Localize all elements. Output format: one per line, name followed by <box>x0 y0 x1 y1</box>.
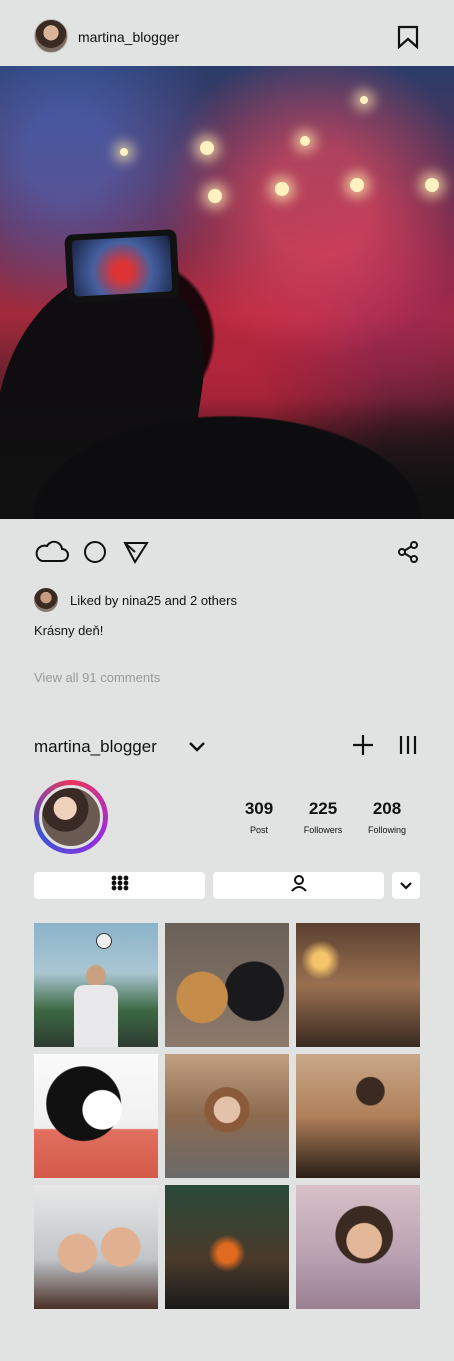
grid-photo-game-scene[interactable] <box>165 1185 289 1309</box>
header-username[interactable]: martina_blogger <box>78 29 179 45</box>
profile-avatar[interactable] <box>34 780 108 854</box>
comment-circle-icon[interactable] <box>83 540 107 564</box>
person-icon <box>290 874 308 897</box>
liker-avatar[interactable] <box>34 588 58 612</box>
grid-photo-soccer-boy[interactable] <box>34 923 158 1047</box>
post-caption: Krásny deň! <box>34 623 104 638</box>
chevron-down-icon[interactable] <box>187 737 207 757</box>
stat-posts[interactable]: 309 Post <box>232 799 286 835</box>
grid-photo-girl-phone[interactable] <box>165 1054 289 1178</box>
likes-text[interactable]: Liked by nina25 and 2 others <box>70 593 237 608</box>
tab-more[interactable] <box>392 872 420 899</box>
grid-photo-manga-girl[interactable] <box>34 1054 158 1178</box>
stat-followers-value: 225 <box>308 799 338 818</box>
photo-grid <box>34 923 420 1309</box>
header-avatar[interactable] <box>34 19 68 53</box>
share-icon[interactable] <box>396 540 420 564</box>
stat-following-value: 208 <box>372 799 402 818</box>
post-image[interactable] <box>0 66 454 519</box>
grid-photo-pianist[interactable] <box>296 1054 420 1178</box>
bookmark-icon[interactable] <box>396 24 420 50</box>
grid-photo-boys-selfie[interactable] <box>34 1185 158 1309</box>
grid-photo-friends[interactable] <box>296 923 420 1047</box>
cloud-icon[interactable] <box>34 539 70 565</box>
send-icon[interactable] <box>123 540 149 564</box>
menu-bars-icon[interactable] <box>396 733 420 757</box>
stat-followers-label: Followers <box>303 825 343 835</box>
grid-photo-girl-selfie[interactable] <box>296 1185 420 1309</box>
view-comments-link[interactable]: View all 91 comments <box>34 670 160 685</box>
grid-icon <box>111 875 129 896</box>
grid-photo-cats[interactable] <box>165 923 289 1047</box>
stat-posts-label: Post <box>249 825 268 835</box>
stat-following[interactable]: 208 Following <box>358 799 416 835</box>
tab-grid[interactable] <box>34 872 205 899</box>
stat-posts-value: 309 <box>244 799 274 818</box>
tab-tagged[interactable] <box>213 872 384 899</box>
plus-icon[interactable] <box>351 733 375 757</box>
stat-following-label: Following <box>367 825 407 835</box>
tab-chevron-down-icon <box>400 877 412 895</box>
profile-username[interactable]: martina_blogger <box>34 737 157 757</box>
stat-followers[interactable]: 225 Followers <box>293 799 353 835</box>
